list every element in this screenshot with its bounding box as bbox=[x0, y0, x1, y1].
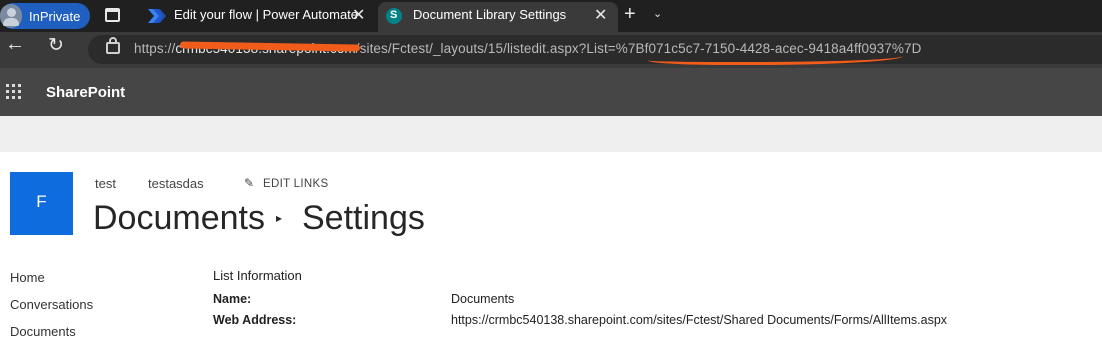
sharepoint-icon: S bbox=[386, 8, 402, 24]
pencil-icon[interactable]: ✎ bbox=[244, 176, 254, 190]
close-tab-icon[interactable]: ✕ bbox=[594, 5, 607, 25]
sharepoint-brand-link[interactable]: SharePoint bbox=[46, 84, 125, 101]
lock-icon[interactable] bbox=[106, 37, 120, 54]
tab-actions-icon[interactable] bbox=[105, 8, 120, 22]
app-launcher-icon[interactable] bbox=[6, 84, 21, 99]
suite-bar bbox=[0, 68, 1102, 116]
tab-title: Edit your flow | Power Automate bbox=[174, 7, 359, 22]
power-automate-icon bbox=[148, 9, 166, 23]
profile-avatar-icon bbox=[0, 4, 22, 28]
breadcrumb-separator-icon: ▸ bbox=[276, 211, 283, 225]
tab-list-chevron-icon[interactable]: ⌄ bbox=[653, 7, 662, 20]
web-address-value: https://crmbc540138.sharepoint.com/sites… bbox=[451, 313, 948, 327]
quick-launch-conversations[interactable]: Conversations bbox=[10, 297, 93, 312]
page-title-documents[interactable]: Documents bbox=[93, 199, 265, 238]
quick-launch-home[interactable]: Home bbox=[10, 270, 45, 285]
page-title-settings: Settings bbox=[302, 199, 425, 237]
top-nav-link-testasdas[interactable]: testasdas bbox=[148, 176, 204, 191]
list-information-header: List Information bbox=[213, 268, 302, 283]
name-value: Documents bbox=[451, 292, 515, 306]
name-label: Name: bbox=[213, 292, 252, 306]
refresh-icon[interactable]: ↻ bbox=[48, 34, 64, 57]
close-tab-icon[interactable]: ✕ bbox=[352, 5, 365, 25]
tab-title: Document Library Settings bbox=[413, 7, 567, 22]
tab-document-library-settings[interactable]: S Document Library Settings ✕ bbox=[378, 2, 618, 32]
inprivate-profile-button[interactable]: InPrivate bbox=[0, 3, 90, 29]
new-tab-icon[interactable]: + bbox=[624, 3, 636, 26]
site-logo[interactable]: F bbox=[10, 172, 73, 235]
ribbon-area bbox=[0, 116, 1102, 152]
web-address-label: Web Address: bbox=[213, 313, 297, 327]
back-arrow-icon[interactable]: ← bbox=[5, 33, 25, 56]
quick-launch-documents[interactable]: Documents bbox=[10, 324, 76, 339]
top-nav-link-test[interactable]: test bbox=[95, 176, 116, 191]
inprivate-label: InPrivate bbox=[29, 9, 81, 24]
edit-links-button[interactable]: EDIT LINKS bbox=[263, 178, 328, 190]
site-logo-letter: F bbox=[36, 192, 47, 211]
tab-power-automate[interactable]: Edit your flow | Power Automate ✕ bbox=[135, 0, 375, 32]
